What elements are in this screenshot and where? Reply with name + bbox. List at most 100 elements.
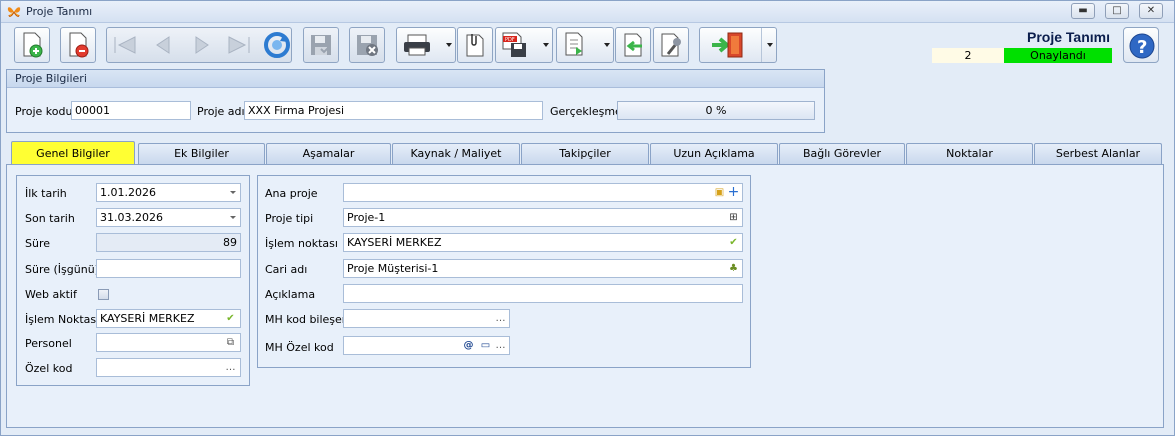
proje-adi-input[interactable]: XXX Firma Projesi [244, 101, 543, 120]
pdf-save-icon: PDF [502, 32, 526, 57]
new-document-icon [23, 32, 43, 58]
cari-adi-input[interactable]: Proje Müşterisi-1 ♣ [343, 259, 743, 278]
export-button[interactable] [556, 27, 614, 63]
ellipsis-icon[interactable]: … [494, 339, 507, 352]
ilk-tarih-dropdown-icon[interactable] [230, 191, 236, 194]
sure-label: Süre [25, 237, 51, 250]
pdf-save-button[interactable]: PDF [495, 27, 553, 63]
cancel-save-button[interactable] [349, 27, 385, 63]
son-tarih-input[interactable]: 31.03.2026 [96, 208, 241, 227]
tab-genel-bilgiler[interactable]: Genel Bilgiler [11, 141, 135, 165]
ozel-kod-input[interactable]: … [96, 358, 241, 377]
gerceklesme-label: Gerçekleşme [550, 105, 622, 118]
first-record-icon[interactable] [111, 35, 139, 55]
tab-bagli-gorevler[interactable]: Bağlı Görevler [779, 143, 905, 164]
previous-record-icon[interactable] [153, 35, 173, 55]
status-badge: Onaylandı [1004, 48, 1112, 63]
double-check-icon[interactable]: ✔ [727, 236, 740, 249]
exit-separator [761, 28, 762, 62]
islem-noktasi-right-value: KAYSERİ MERKEZ [347, 236, 442, 249]
navigation-group [106, 27, 292, 63]
print-dropdown-arrow[interactable] [446, 43, 452, 47]
proje-bilgileri-heading: Proje Bilgileri [7, 70, 824, 88]
tools-button[interactable] [653, 27, 689, 63]
at-sign-icon[interactable]: @ [462, 339, 475, 352]
print-button[interactable] [396, 27, 456, 63]
delete-document-button[interactable] [60, 27, 96, 63]
sure-isgunu-input[interactable] [96, 259, 241, 278]
islem-noktasi-label: İşlem Noktası [25, 313, 100, 326]
tab-uzun-aciklama[interactable]: Uzun Açıklama [650, 143, 778, 164]
exit-dropdown-arrow[interactable] [767, 43, 773, 47]
svg-text:?: ? [1137, 37, 1147, 58]
ellipsis-icon[interactable]: … [494, 312, 507, 325]
sure-field: 89 [96, 233, 241, 252]
ozel-kod-label: Özel kod [25, 362, 73, 375]
plus-icon[interactable]: + [727, 185, 740, 199]
left-fields-panel [16, 175, 250, 386]
son-tarih-value: 31.03.2026 [100, 211, 163, 224]
delete-document-icon [69, 32, 89, 58]
window-title: Proje Tanımı [26, 5, 93, 18]
proje-kodu-input[interactable]: 00001 [71, 101, 191, 120]
mh-ozel-kod-label: MH Özel kod [265, 341, 334, 354]
proje-tipi-input[interactable]: Proje-1 ⊞ [343, 208, 743, 227]
islem-noktasi-right-input[interactable]: KAYSERİ MERKEZ ✔ [343, 233, 743, 252]
customer-group-icon[interactable]: ♣ [727, 262, 740, 275]
ilk-tarih-value: 1.01.2026 [100, 186, 156, 199]
export-icon [565, 32, 583, 56]
islem-noktasi-input[interactable]: KAYSERİ MERKEZ ✔ [96, 309, 241, 328]
personel-input[interactable]: ⧉ [96, 333, 241, 352]
attachment-icon [466, 34, 484, 57]
new-document-button[interactable] [14, 27, 50, 63]
export-dropdown-arrow[interactable] [604, 43, 610, 47]
next-record-icon[interactable] [192, 35, 212, 55]
tab-asamalar[interactable]: Aşamalar [266, 143, 391, 164]
tab-kaynak-maliyet[interactable]: Kaynak / Maliyet [392, 143, 520, 164]
gerceklesme-progress-bar: 0 % [617, 101, 815, 120]
tab-noktalar[interactable]: Noktalar [906, 143, 1033, 164]
save-icon [311, 35, 331, 55]
islem-noktasi-right-label: İşlem noktası [265, 237, 338, 250]
ana-proje-input[interactable]: ▣ + [343, 183, 743, 202]
son-tarih-dropdown-icon[interactable] [230, 216, 236, 219]
tab-ek-bilgiler[interactable]: Ek Bilgiler [138, 143, 265, 164]
save-button[interactable] [303, 27, 339, 63]
tab-takipciler[interactable]: Takipçiler [521, 143, 649, 164]
cari-adi-value: Proje Müşterisi-1 [347, 262, 439, 275]
exit-button[interactable] [699, 27, 777, 63]
web-aktif-label: Web aktif [25, 288, 77, 301]
maximize-button[interactable]: □ [1105, 3, 1129, 19]
tab-serbest-alanlar[interactable]: Serbest Alanlar [1034, 143, 1162, 164]
lock-icon[interactable]: ▣ [713, 186, 726, 199]
sure-isgunu-label: Süre (İşgünü) [25, 263, 99, 276]
page-title: Proje Tanımı [1027, 29, 1110, 45]
minimize-button[interactable]: ▬ [1071, 3, 1095, 19]
import-button[interactable] [615, 27, 651, 63]
proje-adi-label: Proje adı [197, 105, 245, 118]
close-button[interactable]: ✕ [1139, 3, 1163, 19]
title-bar: Proje Tanımı ▬ □ ✕ [1, 1, 1174, 23]
proje-tipi-label: Proje tipi [265, 212, 314, 225]
ilk-tarih-input[interactable]: 1.01.2026 [96, 183, 241, 202]
mh-ozel-kod-input[interactable]: @ ▭… [343, 336, 510, 355]
attach-button[interactable] [457, 27, 493, 63]
web-aktif-checkbox[interactable] [98, 289, 109, 300]
personel-label: Personel [25, 337, 72, 350]
son-tarih-label: Son tarih [25, 212, 75, 225]
pdf-dropdown-arrow[interactable] [543, 43, 549, 47]
last-record-icon[interactable] [225, 35, 253, 55]
refresh-icon[interactable] [262, 30, 292, 60]
mh-kod-bileseni-input[interactable]: … [343, 309, 510, 328]
butterfly-icon [7, 7, 21, 17]
aciklama-input[interactable] [343, 284, 743, 303]
exit-door-icon [712, 32, 743, 58]
record-number: 2 [932, 48, 1004, 63]
help-button[interactable]: ? [1123, 27, 1159, 63]
ellipsis-icon[interactable]: … [224, 361, 237, 374]
tree-select-icon[interactable]: ⊞ [727, 211, 740, 224]
personnel-lookup-icon[interactable]: ⧉ [224, 336, 237, 349]
application-window: Proje Tanımı ▬ □ ✕ PDF Proje Tanımı 2 On… [0, 0, 1175, 436]
card-icon[interactable]: ▭ [479, 339, 492, 352]
double-check-icon[interactable]: ✔ [224, 312, 237, 325]
